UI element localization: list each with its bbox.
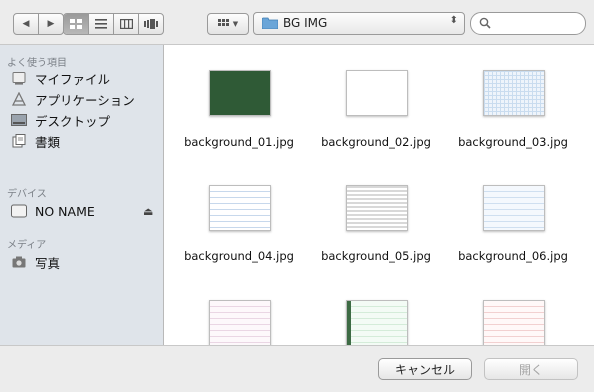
view-mode-group — [63, 13, 164, 35]
sidebar-item-my-files[interactable]: マイファイル — [11, 69, 110, 87]
sidebar-item-label: NO NAME — [35, 203, 95, 219]
media-heading: メディア — [7, 240, 47, 251]
open-button[interactable]: 開く — [484, 358, 578, 380]
sidebar-item-desktop[interactable]: デスクトップ — [11, 111, 110, 129]
sidebar-item-label: アプリケーション — [35, 92, 135, 108]
updown-icon: ⬍ — [449, 15, 458, 26]
file-thumbnail[interactable] — [209, 300, 271, 345]
file-grid: background_01.jpg background_02.jpg back… — [164, 45, 594, 345]
eject-icon[interactable]: ⏏ — [143, 205, 153, 218]
favorites-heading: よく使う項目 — [7, 58, 67, 69]
devices-heading: デバイス — [7, 189, 47, 200]
coverflow-icon — [144, 19, 158, 29]
coverflow-view-button[interactable] — [139, 14, 163, 34]
column-view-button[interactable] — [114, 14, 139, 34]
sidebar-item-label: 書類 — [35, 134, 61, 150]
chevron-left-icon: ◀ — [22, 19, 30, 29]
cancel-button[interactable]: キャンセル — [378, 358, 472, 380]
back-forward-group: ◀ ▶ — [13, 13, 64, 35]
chevron-down-icon: ▼ — [232, 20, 239, 28]
desktop-icon — [11, 113, 27, 127]
file-name[interactable]: background_06.jpg — [443, 249, 583, 263]
file-thumbnail[interactable] — [209, 70, 271, 116]
list-icon — [95, 19, 107, 29]
file-thumbnail[interactable] — [483, 70, 545, 116]
file-thumbnail[interactable] — [346, 70, 408, 116]
arrange-grid-icon — [217, 19, 229, 26]
file-name[interactable]: background_05.jpg — [306, 249, 446, 263]
sidebar-item-label: 写真 — [35, 255, 61, 271]
file-name[interactable]: background_04.jpg — [169, 249, 309, 263]
applications-icon — [11, 92, 27, 106]
file-name[interactable]: background_01.jpg — [169, 135, 309, 149]
file-thumbnail[interactable] — [483, 185, 545, 231]
arrange-group: ▼ — [207, 13, 249, 35]
drive-icon — [11, 204, 27, 218]
camera-icon — [11, 255, 27, 269]
search-field[interactable] — [470, 12, 586, 35]
list-view-button[interactable] — [89, 14, 114, 34]
sidebar-item-applications[interactable]: アプリケーション — [11, 90, 135, 108]
toolbar: ◀ ▶ ▼ BG IMG ⬍ — [0, 0, 594, 45]
sidebar: よく使う項目 マイファイル アプリケーション デスクトップ 書類 デバイス NO… — [0, 45, 164, 345]
arrange-button[interactable]: ▼ — [208, 14, 248, 34]
folder-icon — [262, 17, 278, 29]
file-name[interactable]: background_03.jpg — [443, 135, 583, 149]
icon-view-button[interactable] — [64, 14, 89, 34]
chevron-right-icon: ▶ — [47, 19, 55, 29]
file-thumbnail[interactable] — [483, 300, 545, 345]
documents-icon — [11, 134, 27, 148]
sidebar-item-label: マイファイル — [35, 71, 111, 87]
file-name[interactable]: background_02.jpg — [306, 135, 446, 149]
forward-button[interactable]: ▶ — [39, 14, 63, 34]
file-thumbnail[interactable] — [346, 185, 408, 231]
file-thumbnail[interactable] — [209, 185, 271, 231]
path-label: BG IMG — [283, 16, 328, 30]
my-files-icon — [11, 71, 27, 85]
sidebar-item-photos[interactable]: 写真 — [11, 253, 60, 271]
sidebar-item-documents[interactable]: 書類 — [11, 132, 60, 150]
path-popup[interactable]: BG IMG ⬍ — [253, 12, 465, 35]
file-thumbnail[interactable] — [346, 300, 408, 345]
footer: キャンセル 開く — [0, 345, 594, 392]
search-icon — [479, 17, 491, 29]
sidebar-item-no-name[interactable]: NO NAME — [11, 202, 95, 220]
back-button[interactable]: ◀ — [14, 14, 39, 34]
columns-icon — [119, 19, 133, 29]
grid-icon — [70, 19, 82, 29]
sidebar-item-label: デスクトップ — [35, 113, 111, 129]
